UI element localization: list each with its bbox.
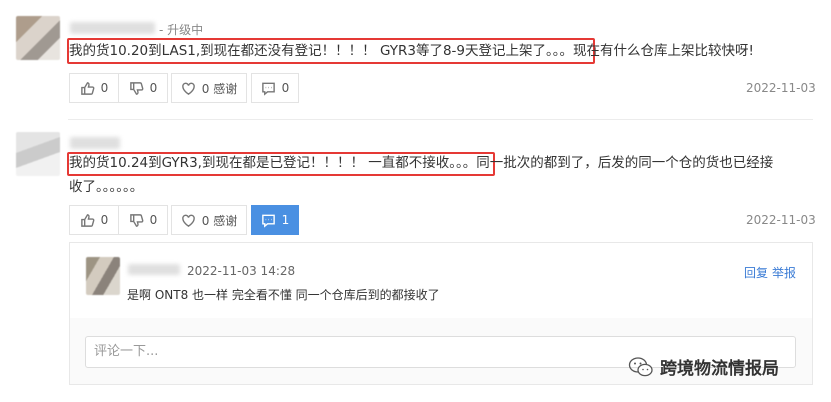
user-avatar[interactable] [16,16,60,60]
reply-time: 2022-11-03 14:28 [187,264,296,278]
dislike-count: 0 [149,213,158,227]
heart-icon [181,82,195,95]
wechat-icon [628,356,653,376]
dislike-count: 0 [149,81,158,95]
user-level: - 升级中 [159,23,204,37]
comment-icon [261,82,275,96]
watermark: 跨境物流情报局 [628,354,779,379]
comment-text-highlight: 我的货10.20到LAS1,到现在都还没有登记！！！！ GYR3等了8-9天登记… [69,43,574,59]
thumbs-down-icon [129,81,144,95]
thanks-label: 0 感谢 [201,213,238,228]
username[interactable] [70,137,120,149]
watermark-text: 跨境物流情报局 [660,359,779,379]
reply-text: 是啊 ONT8 也一样 完全看不懂 同一个仓库后到的都接收了 [127,288,440,302]
like-button[interactable]: 0 [69,205,119,235]
user-avatar[interactable] [16,132,60,176]
comment-text: 我的货10.24到GYR3,到现在都是已登记！！！！ 一直都不接收。。。同一批次… [69,151,773,175]
comment-divider [68,119,813,120]
comment-text-rest: 同一批次的都到了，后发的同一个仓的货也已经接 [476,155,774,171]
comment-icon [261,214,275,228]
thanks-label: 0 感谢 [201,81,238,96]
comment-text-rest: 现在有什么仓库上架比较快呀! [573,43,754,59]
dislike-button[interactable]: 0 [118,205,168,235]
comment-text-highlight: 我的货10.24到GYR3,到现在都是已登记！！！！ 一直都不接收。。。 [69,155,477,171]
like-button[interactable]: 0 [69,73,119,103]
reply-count: 0 [281,81,290,95]
thanks-button[interactable]: 0 感谢 [171,73,247,103]
comment-text: 我的货10.20到LAS1,到现在都还没有登记！！！！ GYR3等了8-9天登记… [69,39,754,63]
thumbs-up-icon [80,213,95,227]
like-count: 0 [100,81,109,95]
comment-date: 2022-11-03 [746,213,816,227]
reply-avatar[interactable] [86,257,120,295]
reply-item [70,243,812,318]
report-link[interactable]: 举报 [772,264,796,281]
like-count: 0 [100,213,109,227]
thumbs-up-icon [80,81,95,95]
dislike-button[interactable]: 0 [118,73,168,103]
reply-toggle-button[interactable]: 1 [251,205,299,235]
comment-date: 2022-11-03 [746,81,816,95]
reply-username[interactable] [128,264,180,275]
thumbs-down-icon [129,213,144,227]
comment-text-line2: 收了。。。。。。 [69,179,144,195]
reply-count: 1 [281,213,290,227]
reply-toggle-button[interactable]: 0 [251,73,299,103]
username[interactable] [70,22,155,34]
thanks-button[interactable]: 0 感谢 [171,205,247,235]
reply-link[interactable]: 回复 [744,264,768,281]
heart-icon [181,214,195,227]
